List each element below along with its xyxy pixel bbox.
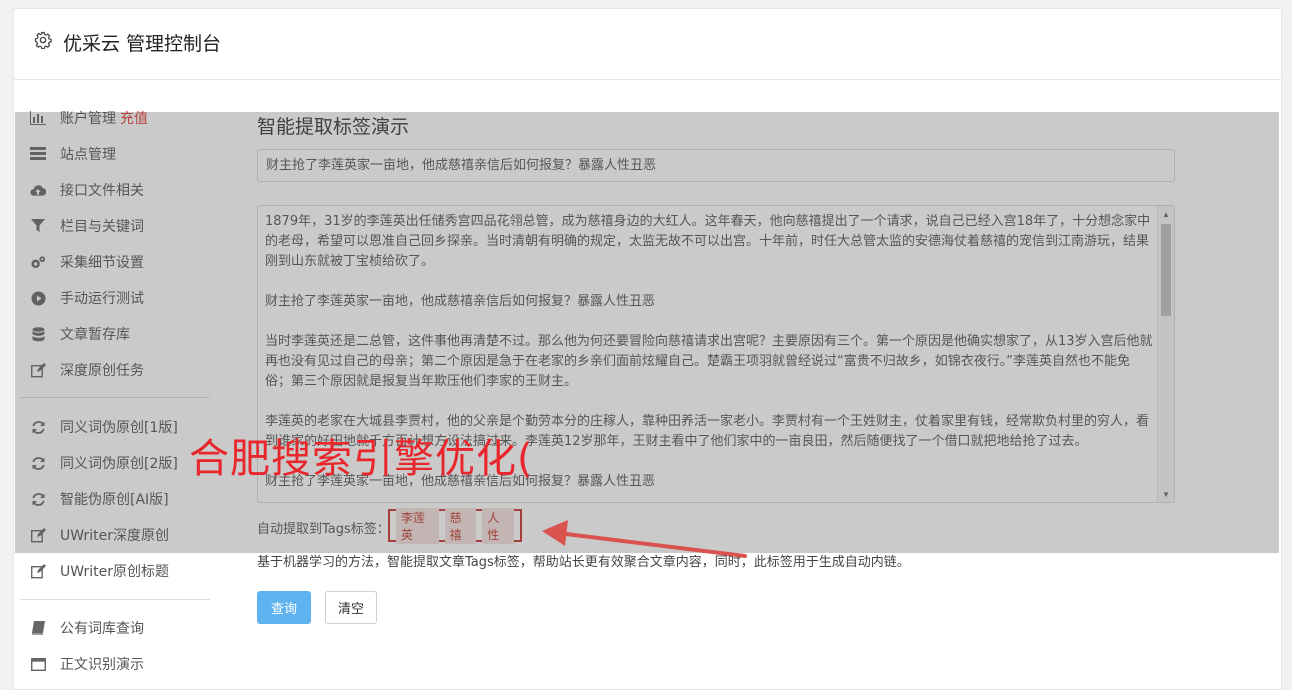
refresh-icon (30, 419, 46, 435)
sidebar-divider (20, 599, 210, 600)
play-circle-icon (30, 290, 46, 306)
sidebar-item-label: 站点管理 (60, 147, 116, 163)
edit-icon (30, 362, 46, 378)
article-title-input[interactable]: 财主抢了李莲英家一亩地，他成慈禧亲信后如何报复？暴露人性丑恶 (257, 149, 1175, 182)
sidebar-item-synonym-v2[interactable]: 同义词伪原创[2版] (30, 445, 210, 481)
filter-icon (30, 218, 46, 234)
content-scrollbar[interactable]: ▲ ▼ (1157, 206, 1174, 502)
sidebar-item-collect-settings[interactable]: 采集细节设置 (30, 244, 210, 280)
sidebar-item-label: 采集细节设置 (60, 255, 144, 271)
sidebar-item-ai-rewrite[interactable]: 智能伪原创[AI版] (30, 481, 210, 517)
sidebar-item-label: 文章暂存库 (60, 327, 130, 343)
panel-header: 优采云 管理控制台 (14, 9, 1281, 80)
refresh-icon (30, 455, 46, 471)
sidebar-item-sites[interactable]: 站点管理 (30, 136, 210, 172)
sidebar-item-label: 同义词伪原创[1版] (60, 420, 178, 436)
sidebar-item-keywords[interactable]: 栏目与关键词 (30, 208, 210, 244)
gear-icon (34, 31, 52, 49)
server-icon (30, 146, 46, 162)
content-paragraph: 财主抢了李莲英家一亩地，他成慈禧亲信后如何报复？暴露人性丑恶 (265, 294, 656, 309)
sidebar-item-label: 接口文件相关 (60, 183, 144, 199)
sidebar-item-label: 账户管理 (60, 111, 116, 127)
recharge-link[interactable]: 充值 (120, 108, 148, 128)
sidebar-item-public-dictionary[interactable]: 公有词库查询 (30, 610, 210, 646)
database-icon (30, 326, 46, 342)
edit-icon (30, 527, 46, 543)
watermark-text: 合肥搜索引擎优化( (189, 436, 534, 482)
tags-highlight-box: 李莲英 慈禧 人性 (388, 507, 522, 544)
page-title: 优采云 管理控制台 (63, 33, 222, 55)
sidebar-item-label: 公有词库查询 (60, 621, 144, 637)
scroll-down-icon[interactable]: ▼ (1158, 486, 1174, 502)
tags-row: 自动提取到Tags标签： (257, 516, 390, 538)
cogs-icon (30, 254, 46, 270)
edit-icon (30, 563, 46, 579)
sidebar-item-label: 深度原创任务 (60, 363, 144, 379)
sidebar-item-label: 同义词伪原创[2版] (60, 456, 178, 472)
content-paragraph: 当时李莲英还是二总管，这件事他再清楚不过。那么他为何还要冒险向慈禧请求出宫呢？主… (265, 334, 1153, 389)
feature-description: 基于机器学习的方法，智能提取文章Tags标签，帮助站长更有效聚合文章内容，同时，… (257, 555, 910, 570)
tag-badge: 人性 (482, 507, 514, 544)
tags-label: 自动提取到Tags标签： (257, 521, 390, 537)
sidebar-item-label: UWriter原创标题 (60, 564, 169, 580)
sidebar-item-label: 手动运行测试 (60, 291, 144, 307)
sidebar-item-manual-run[interactable]: 手动运行测试 (30, 280, 210, 316)
tag-badge: 李莲英 (396, 507, 439, 544)
sidebar-item-label: UWriter深度原创 (60, 528, 169, 544)
tag-badge: 慈禧 (444, 507, 477, 544)
sidebar-divider (20, 397, 210, 398)
sidebar-item-account[interactable]: 账户管理 充值 (30, 100, 210, 136)
scroll-thumb[interactable] (1161, 224, 1171, 316)
sidebar-item-uwriter-deep[interactable]: UWriter深度原创 (30, 517, 210, 553)
query-button[interactable]: 查询 (257, 591, 311, 624)
sidebar-item-uwriter-title[interactable]: UWriter原创标题 (30, 553, 210, 589)
refresh-icon (30, 491, 46, 507)
sidebar-item-label: 智能伪原创[AI版] (60, 492, 169, 508)
clear-button[interactable]: 清空 (325, 591, 377, 624)
scroll-up-icon[interactable]: ▲ (1158, 206, 1174, 222)
book-icon (30, 620, 46, 636)
sidebar-item-text-recognition[interactable]: 正文识别演示 (30, 646, 210, 682)
bar-chart-icon (30, 110, 46, 126)
sidebar-item-deep-original[interactable]: 深度原创任务 (30, 352, 210, 388)
cloud-upload-icon (30, 182, 46, 198)
sidebar-item-api-files[interactable]: 接口文件相关 (30, 172, 210, 208)
sidebar-item-synonym-v1[interactable]: 同义词伪原创[1版] (30, 409, 210, 445)
sidebar-item-label: 正文识别演示 (60, 657, 144, 673)
sidebar-item-label: 栏目与关键词 (60, 219, 144, 235)
content-paragraph: 1879年，31岁的李莲英出任储秀宫四品花翎总管，成为慈禧身边的大红人。这年春天… (265, 214, 1151, 269)
window-icon (30, 656, 46, 672)
sidebar-item-article-storage[interactable]: 文章暂存库 (30, 316, 210, 352)
section-title: 智能提取标签演示 (257, 116, 410, 138)
